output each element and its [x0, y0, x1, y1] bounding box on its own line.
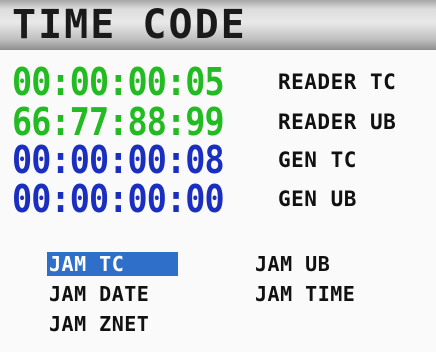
- reader-ub-label: READER UB: [278, 110, 397, 134]
- menu-jam-time[interactable]: JAM TIME: [253, 282, 355, 306]
- title-bar: TIME CODE: [0, 0, 436, 50]
- menu-jam-tc[interactable]: JAM TC: [47, 252, 178, 276]
- menu-jam-ub[interactable]: JAM UB: [253, 252, 330, 276]
- menu-jam-znet[interactable]: JAM ZNET: [47, 312, 149, 336]
- gen-tc-label: GEN TC: [278, 148, 357, 172]
- gen-tc-row: 00:00:00:08 GEN TC: [12, 140, 357, 180]
- reader-tc-value: 00:00:00:05: [12, 60, 225, 104]
- timecode-screen: TIME CODE 00:00:00:05 READER TC 66:77:88…: [0, 0, 436, 352]
- reader-tc-label: READER TC: [278, 70, 397, 94]
- gen-ub-value: 00:00:00:00: [12, 177, 225, 221]
- reader-ub-value: 66:77:88:99: [12, 100, 225, 144]
- page-title: TIME CODE: [12, 2, 247, 48]
- gen-ub-row: 00:00:00:00 GEN UB: [12, 179, 357, 219]
- gen-ub-label: GEN UB: [278, 187, 357, 211]
- gen-tc-value: 00:00:00:08: [12, 138, 225, 182]
- reader-tc-row: 00:00:00:05 READER TC: [12, 62, 396, 102]
- menu-jam-date[interactable]: JAM DATE: [47, 282, 149, 306]
- reader-ub-row: 66:77:88:99 READER UB: [12, 102, 396, 142]
